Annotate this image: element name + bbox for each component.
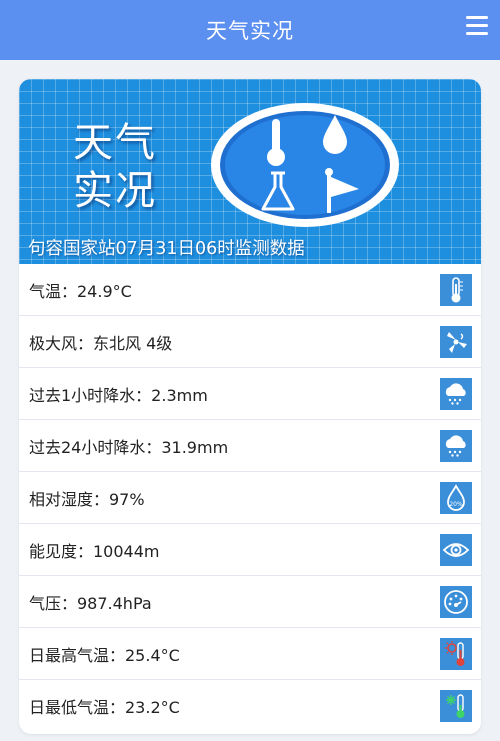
- rain-cloud-icon: [440, 378, 472, 410]
- humidity-icon-text: 20%: [449, 501, 463, 508]
- humidity-drop-icon: 20%: [440, 482, 472, 514]
- humidity-label: 相对湿度：97%: [29, 489, 145, 509]
- weather-instruments-icon: [211, 103, 399, 227]
- list-item-max-temp: 日最高气温：25.4°C: [19, 627, 481, 679]
- banner-title-line2: 实况: [73, 168, 157, 214]
- list-item-humidity: 相对湿度：97% 20%: [19, 471, 481, 523]
- app-root: 天气实况 天气 实况 句容国家站07月31日06时监测数据 气温：24.9°C …: [0, 0, 500, 741]
- pressure-gauge-icon: [440, 586, 472, 618]
- temperature-label: 气温：24.9°C: [29, 281, 132, 301]
- high-temperature-icon: [440, 638, 472, 670]
- list-item-visibility: 能见度：10044m: [19, 523, 481, 575]
- wind-fan-icon: [440, 326, 472, 358]
- visibility-label: 能见度：10044m: [29, 541, 160, 561]
- pressure-label: 气压：987.4hPa: [29, 593, 152, 613]
- rain-cloud-icon: [440, 430, 472, 462]
- hamburger-menu-icon[interactable]: [466, 16, 488, 38]
- rain-1h-label: 过去1小时降水：2.3mm: [29, 385, 208, 405]
- data-list: 气温：24.9°C 极大风：东北风 4级 过去1小时降水：2.3mm 过去24小…: [19, 264, 481, 731]
- low-temperature-icon: [440, 690, 472, 722]
- weather-card: 天气 实况 句容国家站07月31日06时监测数据 气温：24.9°C 极大风：东…: [19, 79, 481, 734]
- banner: 天气 实况 句容国家站07月31日06时监测数据: [19, 79, 481, 264]
- header-bar: 天气实况: [0, 0, 500, 60]
- list-item-rain-1h: 过去1小时降水：2.3mm: [19, 367, 481, 419]
- wind-label: 极大风：东北风 4级: [29, 333, 173, 353]
- rain-24h-label: 过去24小时降水：31.9mm: [29, 437, 229, 457]
- page-title: 天气实况: [206, 19, 294, 43]
- min-temp-label: 日最低气温：23.2°C: [29, 697, 180, 717]
- banner-title: 天气 实况: [73, 119, 183, 215]
- max-temp-label: 日最高气温：25.4°C: [29, 645, 180, 665]
- list-item-wind: 极大风：东北风 4级: [19, 315, 481, 367]
- list-item-min-temp: 日最低气温：23.2°C: [19, 679, 481, 731]
- thermometer-icon: [440, 274, 472, 306]
- banner-title-line1: 天气: [73, 120, 157, 166]
- list-item-temperature: 气温：24.9°C: [19, 264, 481, 315]
- eye-icon: [440, 534, 472, 566]
- list-item-pressure: 气压：987.4hPa: [19, 575, 481, 627]
- list-item-rain-24h: 过去24小时降水：31.9mm: [19, 419, 481, 471]
- station-caption: 句容国家站07月31日06时监测数据: [28, 239, 305, 259]
